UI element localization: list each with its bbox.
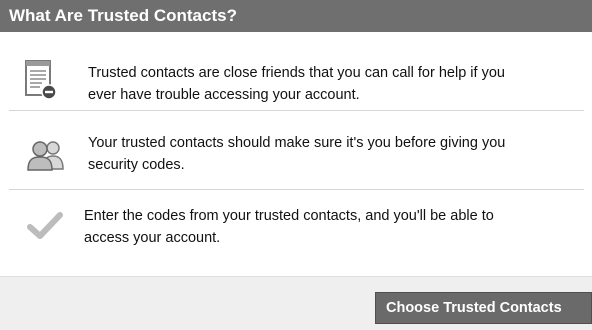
dialog-title: What Are Trusted Contacts?	[9, 6, 237, 25]
document-minus-icon	[23, 58, 59, 104]
dialog-header: What Are Trusted Contacts?	[0, 0, 592, 32]
info-row-call-for-help: Trusted contacts are close friends that …	[9, 32, 584, 111]
info-row-line: security codes.	[88, 157, 185, 173]
info-row-text: Enter the codes from your trusted contac…	[84, 205, 578, 249]
people-icon	[26, 137, 66, 173]
trusted-contacts-dialog: What Are Trusted Contacts? Trusted conta…	[0, 0, 592, 330]
dialog-content: Trusted contacts are close friends that …	[9, 32, 584, 276]
checkmark-icon	[27, 211, 63, 241]
choose-trusted-contacts-button[interactable]: Choose Trusted Contacts	[375, 292, 592, 324]
info-row-line: ever have trouble accessing your account…	[88, 87, 360, 103]
info-row-line: access your account.	[84, 230, 221, 246]
dialog-footer: Choose Trusted Contacts	[0, 276, 592, 330]
info-row-line: Enter the codes from your trusted contac…	[84, 208, 494, 224]
info-row-line: Your trusted contacts should make sure i…	[88, 135, 506, 151]
info-row-line: Trusted contacts are close friends that …	[88, 65, 505, 81]
info-row-text: Trusted contacts are close friends that …	[88, 62, 578, 106]
info-row-verify-identity: Your trusted contacts should make sure i…	[9, 111, 584, 190]
info-row-text: Your trusted contacts should make sure i…	[88, 132, 578, 176]
info-row-enter-codes: Enter the codes from your trusted contac…	[9, 190, 584, 276]
